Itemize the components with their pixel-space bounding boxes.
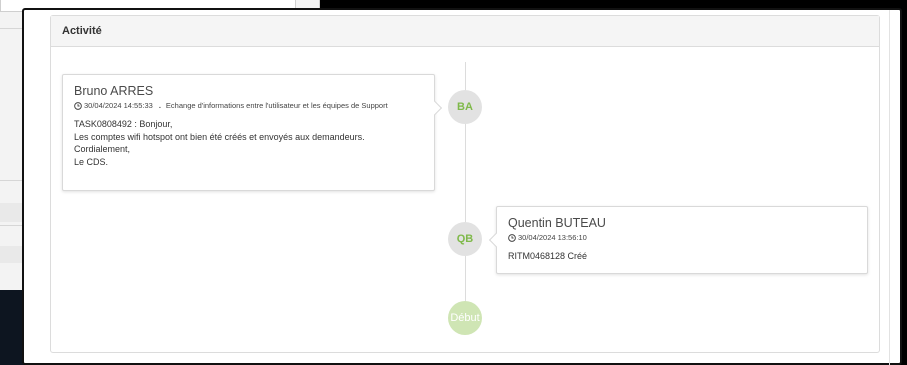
entry-body-line: Cordialement, [74, 144, 131, 154]
entry-timestamp: 30/04/2024 13:56:10 [518, 233, 587, 242]
entry-meta: 30/04/2024 14:55:33 . Echange d'informat… [74, 101, 423, 110]
entry-body-line: Le CDS. [74, 156, 109, 167]
screen: Activité Bruno ARRES 30/04/2024 14:55:33… [0, 0, 907, 365]
card-pointer [427, 100, 443, 116]
timeline-entry-card: Quentin BUTEAU 30/04/2024 13:56:10 RITM0… [488, 206, 868, 274]
entry-body: TASK0808492 : Bonjour, Les comptes wifi … [74, 118, 423, 168]
entry-body-line: RITM0468128 Créé [508, 251, 588, 261]
activity-modal: Activité Bruno ARRES 30/04/2024 14:55:33… [22, 8, 902, 365]
timeline-start-node: Début [448, 301, 482, 335]
entry-meta: 30/04/2024 13:56:10 [508, 233, 856, 242]
timeline-entry-card: Bruno ARRES 30/04/2024 14:55:33 . Echang… [62, 74, 443, 191]
author-avatar-qb: QB [448, 222, 482, 256]
activity-panel: Activité Bruno ARRES 30/04/2024 14:55:33… [50, 15, 880, 353]
entry-timestamp: 30/04/2024 14:55:33 [84, 101, 153, 110]
entry-body-line: TASK0808492 : Bonjour, [74, 119, 173, 129]
card-pointer [488, 232, 504, 248]
meta-separator: . [158, 101, 161, 110]
entry-author: Bruno ARRES [74, 84, 154, 98]
entry-body: RITM0468128 Créé [508, 250, 856, 263]
modal-scroll-edge [889, 10, 890, 365]
activity-panel-title: Activité [62, 25, 102, 37]
clock-icon [74, 101, 82, 110]
entry-author: Quentin BUTEAU [508, 216, 606, 230]
clock-icon [508, 233, 516, 242]
entry-category: Echange d'informations entre l'utilisate… [165, 101, 388, 110]
entry-body-line: Les comptes wifi hotspot ont bien été cr… [74, 131, 365, 142]
activity-panel-header: Activité [51, 16, 879, 47]
author-avatar-ba: BA [448, 90, 482, 124]
